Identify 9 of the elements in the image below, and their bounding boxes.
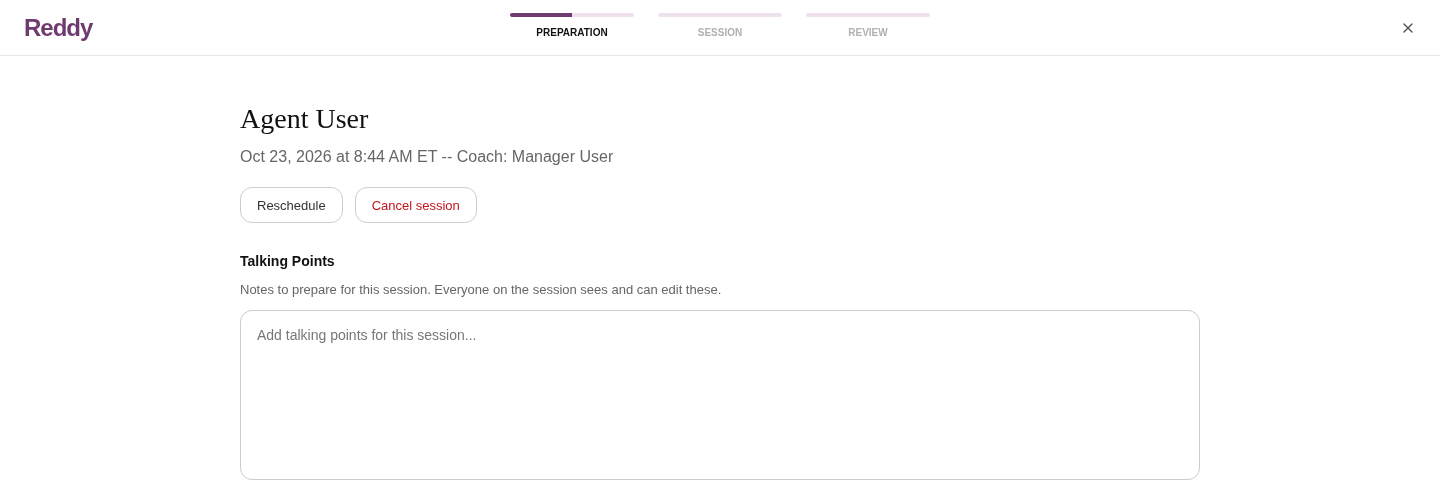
step-label[interactable]: PREPARATION	[536, 27, 608, 38]
session-details: Oct 23, 2026 at 8:44 AM ET -- Coach: Manager User	[240, 148, 615, 166]
talking-points-field[interactable]: Add talking points for this session...	[240, 310, 1200, 480]
reschedule-button[interactable]: Reschedule	[240, 187, 343, 223]
cancel-button[interactable]: Cancel session	[354, 187, 477, 223]
section-description: Notes to prepare for this session. Everyone on the session sees and can edit these.	[240, 282, 723, 297]
page-title: Agent User	[240, 103, 370, 135]
logo: Reddy	[24, 13, 93, 42]
section-heading: Talking Points	[240, 253, 336, 269]
